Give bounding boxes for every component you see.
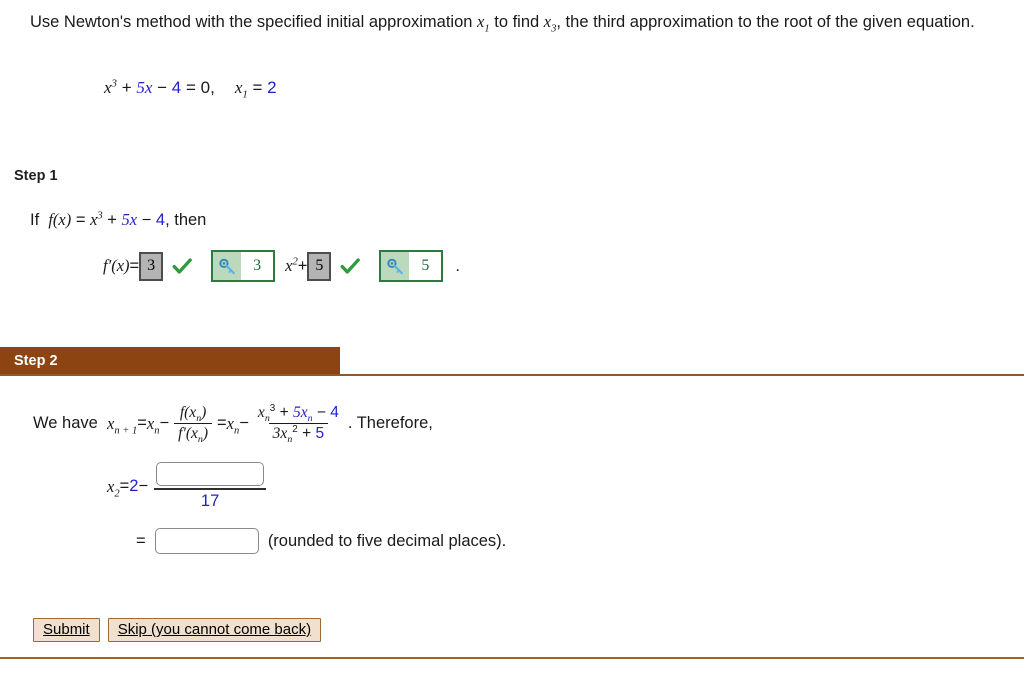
x2-fraction: 17 xyxy=(154,462,267,511)
fx-plus: + xyxy=(102,211,122,229)
problem-equation: x3 + 5x − 4 = 0, x1 = 2 xyxy=(104,77,277,101)
submit-button[interactable]: Submit xyxy=(33,618,100,642)
step-1-derivative-answer-row: f′(x) = 3 3 x2 + 5 5 . xyxy=(103,250,460,282)
fx-x-cubed: x3 xyxy=(90,210,103,229)
x2-initial-value: 2 xyxy=(129,477,139,495)
key-answer-box-constant[interactable]: 5 xyxy=(379,250,444,282)
derivative-plus: + xyxy=(297,256,308,275)
equation-initial-value: 2 xyxy=(267,78,277,97)
graded-answer-constant[interactable]: 5 xyxy=(307,251,332,281)
derivative-period: . xyxy=(455,256,460,275)
x2-answer-row: x2 = 2 − 17 xyxy=(107,462,267,511)
x2-label: x2 xyxy=(107,476,120,499)
step-1-label: Step 1 xyxy=(14,168,58,184)
formula-equals-2: = xyxy=(217,414,227,432)
fx-equals: = xyxy=(71,211,91,229)
step-1-function-definition: If f(x) = x3 + 5x − 4, then xyxy=(30,210,206,230)
checkmark-icon xyxy=(339,255,361,277)
key-answer-box-coefficient[interactable]: 3 xyxy=(211,250,276,282)
equation-minus: − xyxy=(152,78,172,97)
skip-button[interactable]: Skip (you cannot come back) xyxy=(107,618,322,642)
equation-plus: + xyxy=(116,78,137,97)
function-fx: f(x) xyxy=(48,210,72,229)
key-answer-value-coefficient: 3 xyxy=(241,252,274,280)
x2-denominator-value: 17 xyxy=(154,488,267,511)
fraction-denominator-fprimexn: f′(xn) xyxy=(174,423,213,445)
step-2-header: Step 2 xyxy=(0,347,340,374)
step-2-divider xyxy=(0,374,1024,376)
expanded-denominator: 3xn2 + 5 xyxy=(268,423,329,445)
fraction-numerator-fxn: f(xn) xyxy=(179,404,207,425)
step-2-label: Step 2 xyxy=(14,352,58,369)
rounding-note: (rounded to five decimal places). xyxy=(267,531,507,550)
final-result-row: = (rounded to five decimal places). xyxy=(136,528,506,554)
equation-equals-zero: = 0, xyxy=(181,78,215,97)
equation-constant-4: 4 xyxy=(171,78,182,97)
problem-statement: Use Newton's method with the specified i… xyxy=(30,6,998,38)
x2-numerator-input[interactable] xyxy=(156,462,265,486)
fx-constant-4: 4 xyxy=(155,211,166,229)
equation-initial-equals: = xyxy=(247,78,268,97)
fraction-expanded: xn3 + 5xn − 4 3xn2 + 5 xyxy=(254,402,343,445)
fraction-f-over-fprime: f(xn) f′(xn) xyxy=(174,404,213,445)
x-n-term-1: xn xyxy=(146,413,160,436)
formula-minus-1: − xyxy=(159,414,170,432)
x2-minus: − xyxy=(138,477,149,495)
expanded-numerator: xn3 + 5xn − 4 xyxy=(257,402,339,425)
derivative-x-squared: x2 xyxy=(285,256,298,275)
final-answer-input[interactable] xyxy=(154,528,259,554)
fx-term-5x: 5x xyxy=(121,210,138,229)
graded-answer-coefficient[interactable]: 3 xyxy=(139,251,164,281)
x-n-term-2: xn xyxy=(226,413,240,436)
checkmark-icon xyxy=(171,255,193,277)
equation-term-5x: 5x xyxy=(136,78,153,97)
instruction-variable-x1: x1 xyxy=(477,12,490,35)
fx-minus: − xyxy=(137,211,156,229)
equation-x-cubed: x3 xyxy=(104,77,117,97)
formula-equals-1: = xyxy=(137,414,147,432)
equation-initial-var: x1 xyxy=(234,78,248,101)
instruction-text-part1: Use Newton's method with the specified i… xyxy=(30,13,478,31)
x-n-plus-1: xn + 1 xyxy=(107,413,138,436)
newton-formula-row: We have xn + 1 = xn − f(xn) f′(xn) = xn … xyxy=(33,402,433,445)
f-prime-equals: = xyxy=(129,256,140,275)
f-prime-label: f′(x) xyxy=(103,256,130,275)
x2-equals: = xyxy=(119,477,130,495)
if-text: If xyxy=(30,211,40,229)
key-icon xyxy=(213,252,242,280)
therefore-text: . Therefore, xyxy=(347,414,433,432)
fx-then-text: , then xyxy=(165,211,207,229)
instruction-text-part2: to find xyxy=(489,13,544,31)
key-answer-value-constant: 5 xyxy=(409,252,442,280)
formula-minus-2: − xyxy=(239,414,249,432)
key-icon xyxy=(381,252,410,280)
instruction-text-part3: , the third approximation to the root of… xyxy=(556,13,975,31)
instruction-variable-x3: x3 xyxy=(543,12,557,35)
result-equals: = xyxy=(136,531,146,550)
action-buttons: Submit Skip (you cannot come back) xyxy=(33,618,322,642)
bottom-divider xyxy=(0,657,1024,659)
we-have-text: We have xyxy=(33,414,98,432)
